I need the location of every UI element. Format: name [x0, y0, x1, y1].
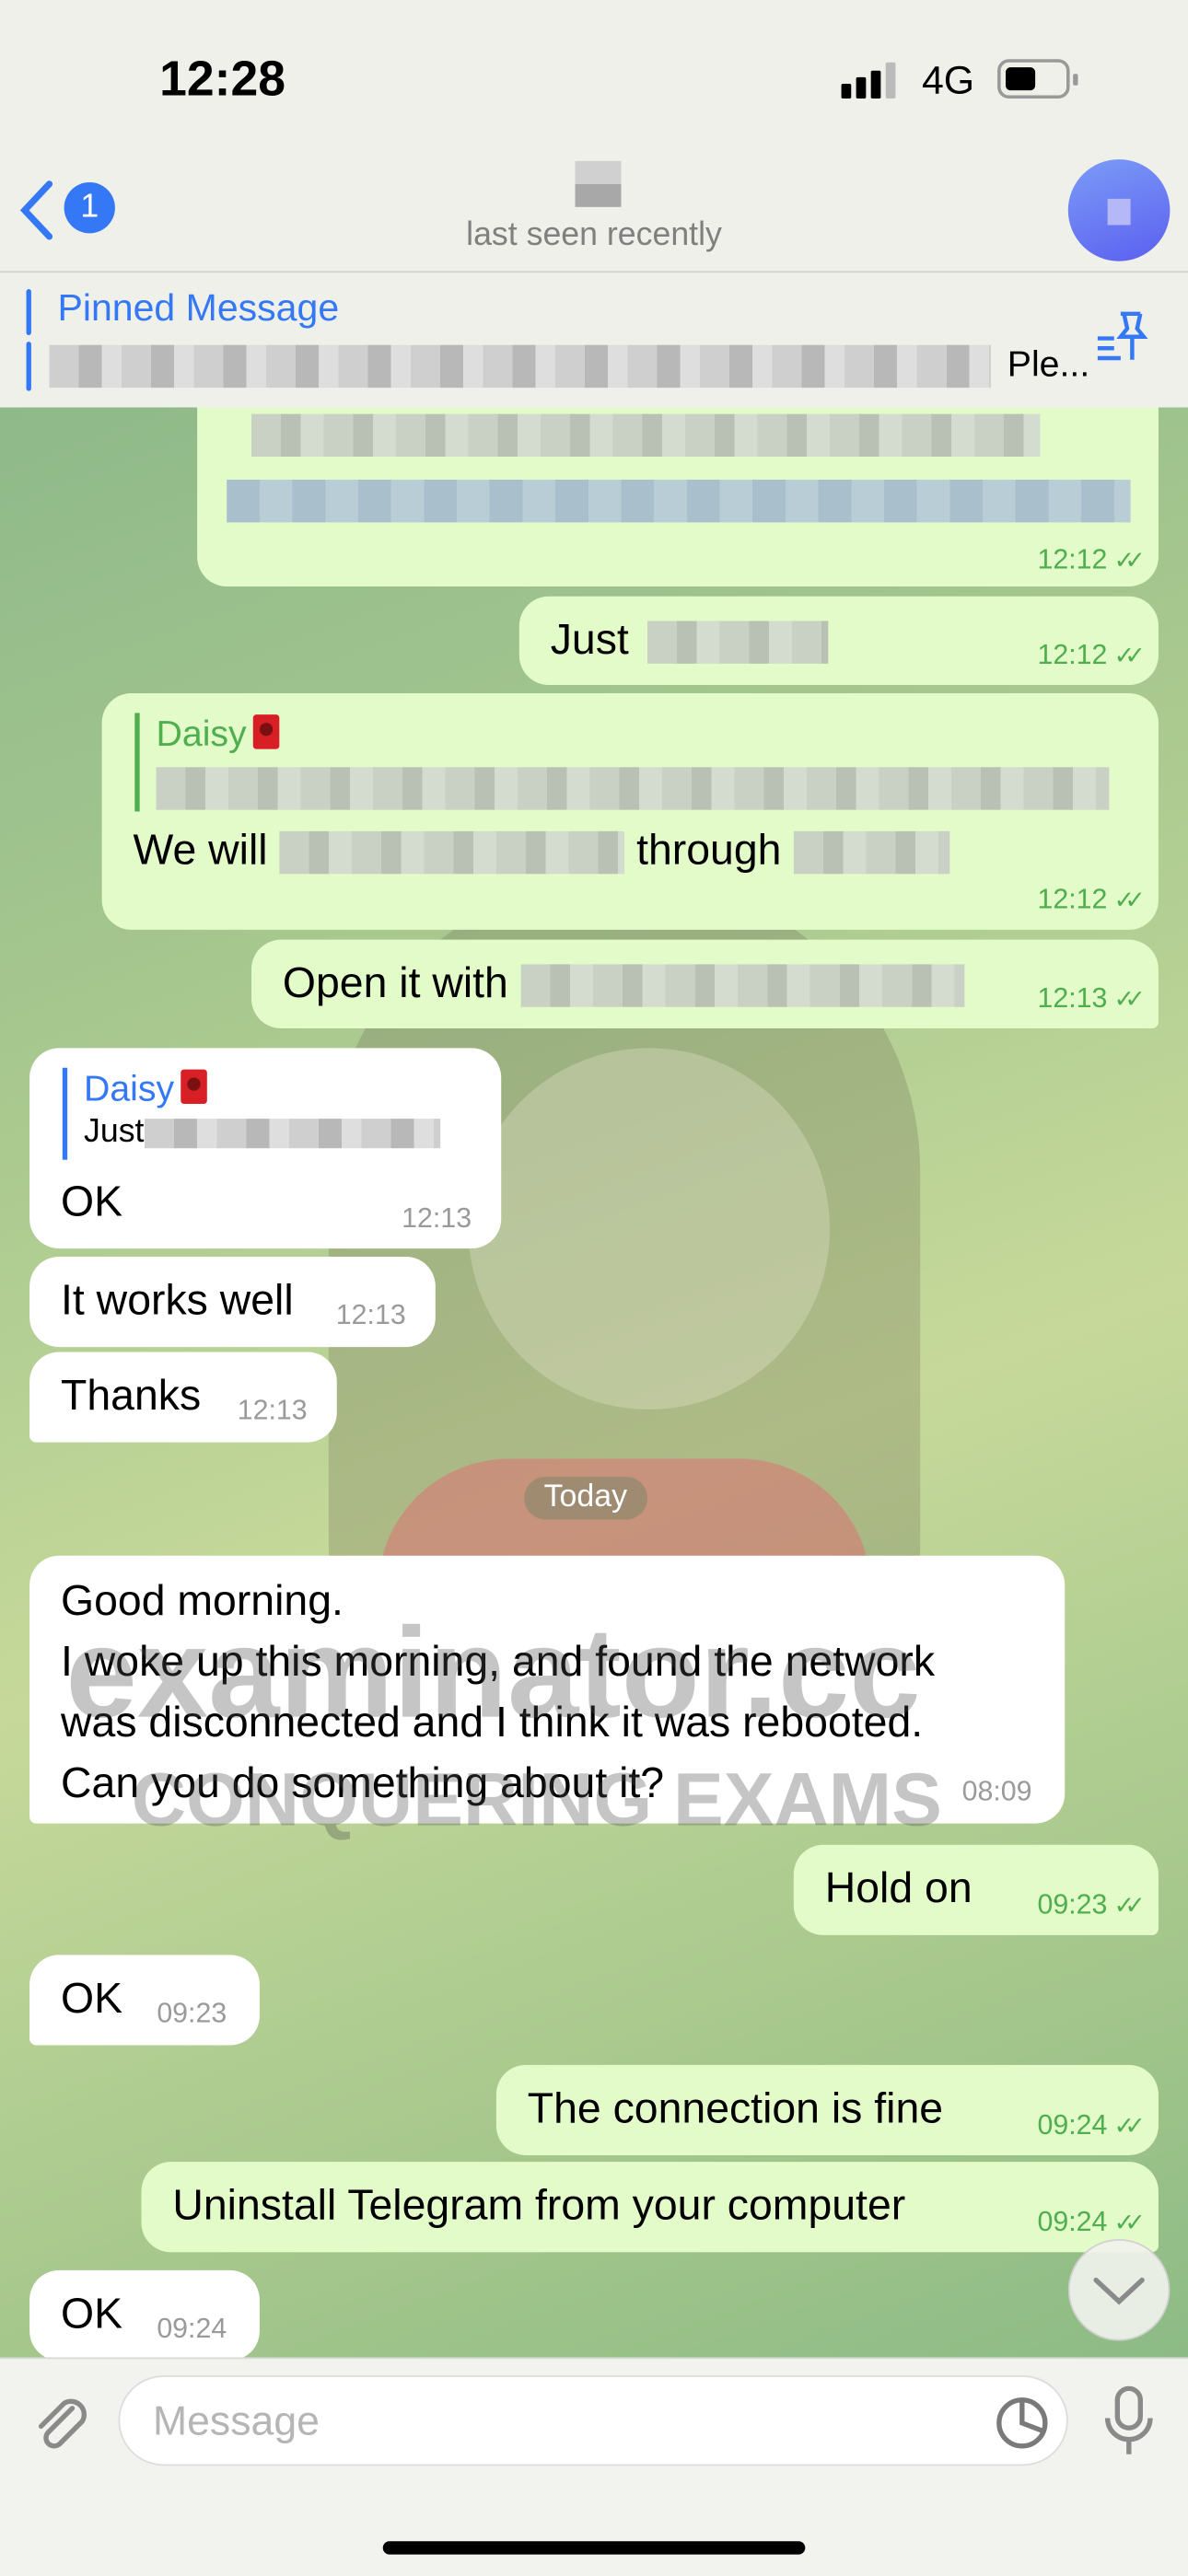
message-bubble[interactable]: Just 12:12 ✓✓ — [518, 596, 1159, 686]
message-time: 12:13 — [335, 1299, 406, 1331]
message-time: 09:24 — [1037, 2109, 1108, 2141]
message-bubble[interactable]: It works well 12:13 — [29, 1256, 436, 1348]
red-envelope-emoji — [252, 714, 280, 749]
message-bubble[interactable]: Daisy Just OK 12:13 — [29, 1048, 502, 1249]
message-time: 09:24 — [157, 2313, 227, 2345]
read-checks-icon: ✓✓ — [1113, 1892, 1146, 1920]
message-input[interactable]: Message — [118, 2375, 1068, 2466]
message-bubble[interactable]: OK 09:23 — [29, 1955, 260, 2046]
read-checks-icon: ✓✓ — [1113, 547, 1146, 575]
battery-icon — [997, 59, 1078, 99]
message-time: 12:12 — [1037, 639, 1108, 670]
message-time: 12:12 — [1037, 543, 1108, 575]
message-text: Open it with — [282, 957, 508, 1007]
message-text: OK — [61, 1176, 123, 1226]
message-text: OK — [61, 2288, 123, 2338]
message-text: Uninstall Telegram from your computer — [172, 2179, 906, 2230]
message-text-cont: through — [636, 824, 782, 875]
pinned-indicator — [26, 289, 31, 335]
chat-area[interactable]: 12:12 ✓✓ Just 12:12 ✓✓ Daisy We will throu… — [0, 407, 1188, 2358]
microphone-icon[interactable] — [1101, 2385, 1157, 2458]
message-text: OK — [61, 1972, 123, 2023]
contact-name[interactable] — [575, 160, 622, 207]
read-checks-icon: ✓✓ — [1113, 887, 1146, 915]
message-text: Thanks — [61, 1370, 202, 1420]
message-bubble[interactable]: OK 09:24 — [29, 2269, 260, 2358]
message-bubble[interactable]: Hold on 09:23 ✓✓ — [793, 1844, 1159, 1935]
scroll-to-bottom-button[interactable] — [1067, 2239, 1171, 2341]
message-time: 09:23 — [157, 1997, 227, 2029]
reply-text: Just — [83, 1113, 145, 1151]
reply-author: Daisy — [83, 1067, 175, 1109]
message-text: Hold on — [824, 1862, 973, 1912]
sticker-icon[interactable] — [995, 2396, 1051, 2452]
date-separator: Today — [524, 1477, 647, 1520]
message-time: 09:24 — [1037, 2206, 1108, 2238]
message-time: 12:13 — [1037, 982, 1108, 1014]
chevron-down-icon — [1093, 2277, 1145, 2305]
red-envelope-emoji — [181, 1069, 207, 1105]
status-time: 12:28 — [159, 52, 285, 107]
message-placeholder: Message — [152, 2398, 320, 2445]
reply-quote[interactable]: Daisy — [134, 713, 1110, 812]
message-text: Just — [550, 614, 629, 664]
message-time: 08:09 — [961, 1775, 1032, 1807]
pinned-preview-redacted — [49, 344, 991, 389]
message-time: 12:13 — [237, 1394, 308, 1426]
read-checks-icon: ✓✓ — [1113, 2209, 1146, 2238]
message-bubble[interactable]: Thanks 12:13 — [29, 1352, 337, 1443]
read-checks-icon: ✓✓ — [1113, 2112, 1146, 2141]
read-checks-icon: ✓✓ — [1113, 642, 1146, 670]
message-text: The connection is fine — [527, 2083, 944, 2133]
reply-author: Daisy — [156, 713, 247, 754]
pinned-title: Pinned Message — [57, 285, 340, 329]
signal-icon — [841, 62, 901, 99]
read-checks-icon: ✓✓ — [1113, 985, 1146, 1014]
contact-status: last seen recently — [466, 216, 722, 253]
pinned-message-bar[interactable]: Pinned Message Ple... — [0, 273, 1188, 407]
pin-list-icon[interactable] — [1085, 308, 1150, 365]
watermark-text: examinator.cc — [65, 1599, 921, 1745]
message-text: We will — [133, 824, 268, 875]
network-type: 4G — [921, 59, 975, 104]
home-indicator — [382, 2541, 806, 2555]
watermark-subtext: CONQUERING EXAMS — [131, 1756, 942, 1842]
reply-quote[interactable]: Daisy Just — [62, 1067, 440, 1160]
message-bubble[interactable]: Open it with 12:13 ✓✓ — [250, 939, 1159, 1028]
composer-bar: Message — [0, 2357, 1188, 2576]
pinned-preview-tail: Ple... — [1007, 342, 1090, 385]
message-text: It works well — [61, 1274, 294, 1325]
avatar[interactable] — [1067, 159, 1171, 261]
message-time: 12:12 — [1037, 883, 1108, 915]
paperclip-icon[interactable] — [27, 2388, 92, 2454]
message-bubble[interactable]: 12:12 ✓✓ — [197, 407, 1159, 586]
message-bubble[interactable]: Daisy We will through 12:12 ✓✓ — [101, 692, 1159, 930]
message-bubble[interactable]: The connection is fine 09:24 ✓✓ — [495, 2064, 1159, 2156]
message-time: 12:13 — [402, 1202, 472, 1235]
message-time: 09:23 — [1037, 1888, 1108, 1920]
message-bubble[interactable]: Uninstall Telegram from your computer 09… — [141, 2162, 1159, 2253]
